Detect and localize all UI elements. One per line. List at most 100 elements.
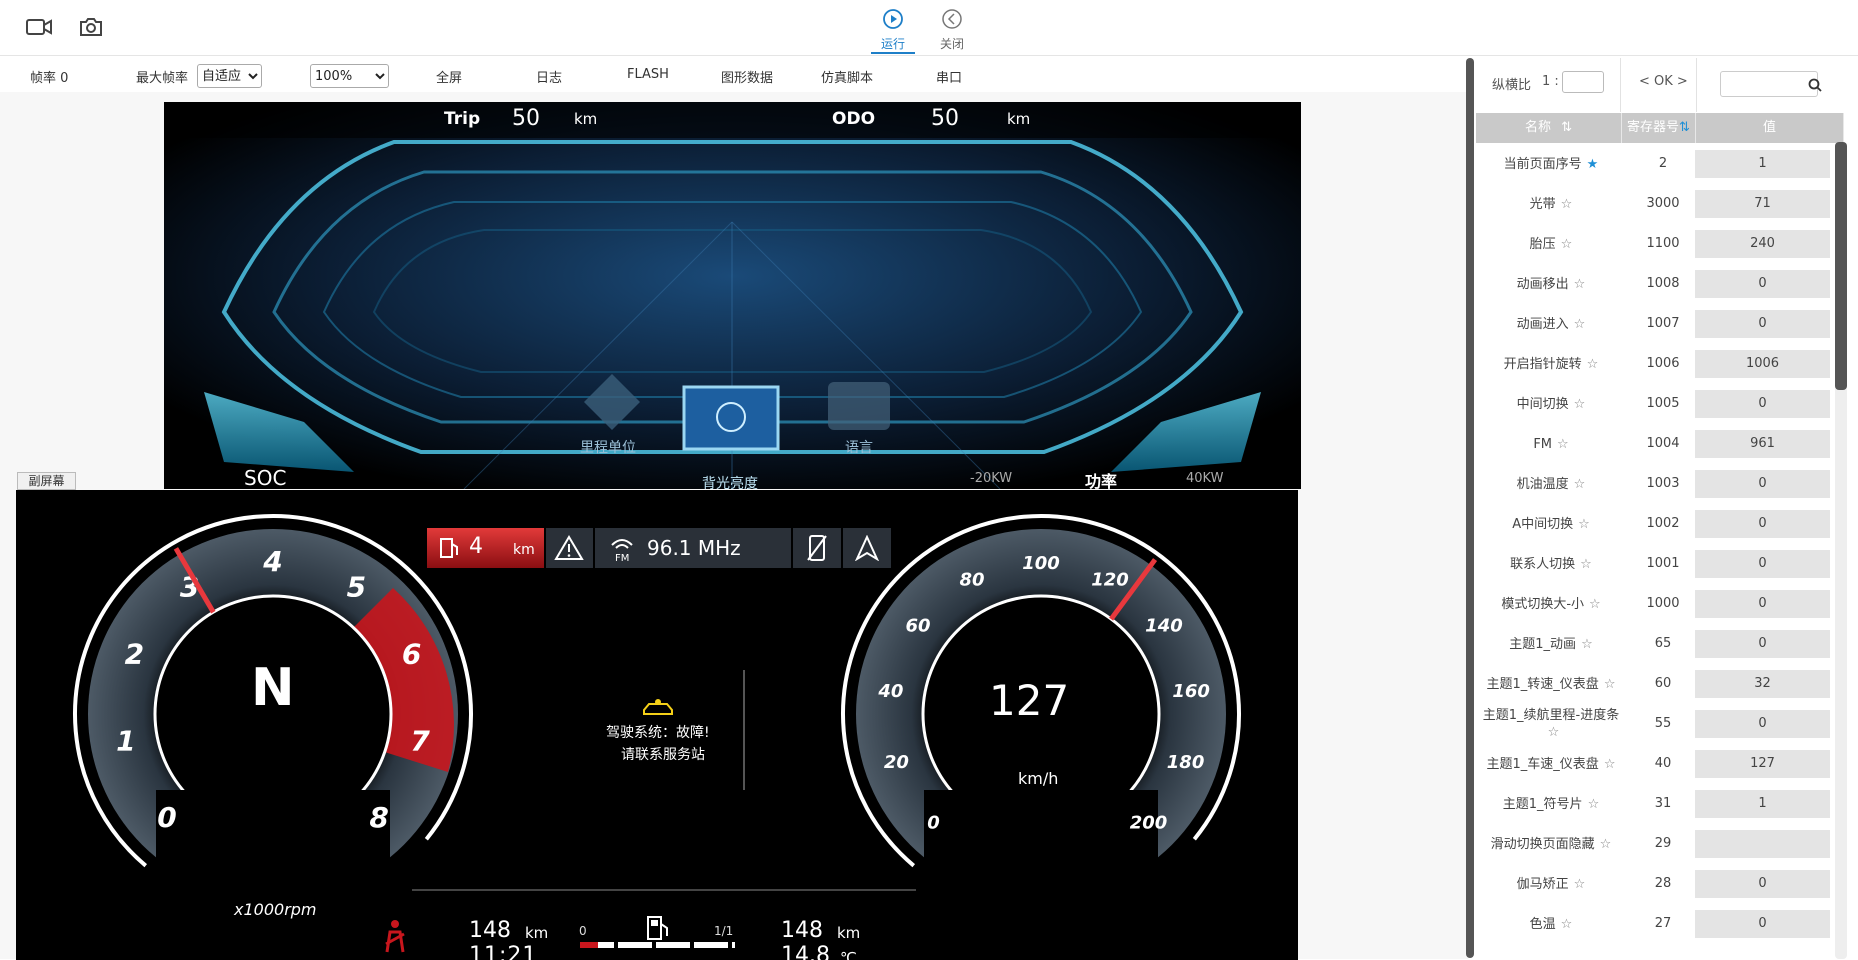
sim-script-button[interactable]: 仿真脚本 [821, 67, 873, 86]
video-camera-icon[interactable] [25, 14, 53, 40]
star-outline-icon[interactable]: ☆ [1578, 517, 1590, 532]
ok-button[interactable]: < OK > [1639, 74, 1688, 89]
menu-language[interactable]: 语言 [845, 437, 873, 457]
register-value-field[interactable]: 1 [1695, 790, 1830, 818]
odo-unit: km [1007, 110, 1031, 128]
register-value-field[interactable]: 0 [1695, 510, 1830, 538]
register-value-field[interactable]: 961 [1695, 430, 1830, 458]
register-number: 1004 [1646, 436, 1680, 451]
sort-icon[interactable]: ⇅ [1561, 120, 1572, 135]
table-row[interactable]: A中间切换 ☆ 1002 0 [1476, 504, 1836, 544]
star-outline-icon[interactable]: ☆ [1574, 317, 1586, 332]
sort-active-icon[interactable]: ⇅ [1679, 120, 1690, 135]
sub-screen[interactable]: 0 1 2 3 4 5 6 7 8 0 20 40 60 80 100 120 140 160 180 200 4 k… [16, 490, 1298, 960]
search-input[interactable] [1720, 71, 1818, 97]
register-number: 28 [1654, 876, 1672, 891]
table-row[interactable]: 光带 ☆ 3000 71 [1476, 184, 1836, 224]
menu-backlight[interactable]: 背光亮度 [702, 473, 758, 489]
navigation-arrow-icon [855, 535, 879, 561]
register-name: 动画进入 ☆ [1476, 304, 1626, 344]
star-filled-icon[interactable]: ★ [1587, 157, 1599, 172]
sub-screen-tab[interactable]: 副屏幕 [17, 472, 76, 490]
star-outline-icon[interactable]: ☆ [1574, 877, 1586, 892]
table-row[interactable]: 色温 ☆ 27 0 [1476, 904, 1836, 944]
table-row[interactable]: 中间切换 ☆ 1005 0 [1476, 384, 1836, 424]
table-row[interactable]: 机油温度 ☆ 1003 0 [1476, 464, 1836, 504]
menu-mileage-unit[interactable]: 里程单位 [580, 437, 636, 457]
close-button[interactable]: 关闭 [930, 8, 974, 52]
register-value-field[interactable]: 71 [1695, 190, 1830, 218]
star-outline-icon[interactable]: ☆ [1561, 237, 1573, 252]
star-outline-icon[interactable]: ☆ [1580, 557, 1592, 572]
register-value-field[interactable]: 0 [1695, 590, 1830, 618]
star-outline-icon[interactable]: ☆ [1574, 397, 1586, 412]
register-name: FM ☆ [1476, 424, 1626, 464]
serial-button[interactable]: 串口 [936, 67, 962, 86]
star-outline-icon[interactable]: ☆ [1548, 725, 1560, 740]
register-value-field[interactable]: 0 [1695, 470, 1830, 498]
panel-scrollbar[interactable] [1835, 142, 1847, 390]
register-name: 主题1_转速_仪表盘 ☆ [1476, 664, 1626, 704]
table-row[interactable]: 主题1_符号片 ☆ 31 1 [1476, 784, 1836, 824]
table-row[interactable]: 胎压 ☆ 1100 240 [1476, 224, 1836, 264]
search-icon[interactable] [1808, 78, 1822, 92]
register-number: 1007 [1646, 316, 1680, 331]
zoom-select[interactable]: 100% [310, 64, 389, 88]
register-value-field[interactable]: 0 [1695, 310, 1830, 338]
star-outline-icon[interactable]: ☆ [1604, 677, 1616, 692]
register-value-field[interactable]: 0 [1695, 870, 1830, 898]
table-row[interactable]: 动画进入 ☆ 1007 0 [1476, 304, 1836, 344]
col-reg-header[interactable]: 寄存器号⇅ [1622, 113, 1696, 143]
register-value-field[interactable]: 127 [1695, 750, 1830, 778]
star-outline-icon[interactable]: ☆ [1588, 797, 1600, 812]
star-outline-icon[interactable]: ☆ [1600, 837, 1612, 852]
table-row[interactable]: 动画移出 ☆ 1008 0 [1476, 264, 1836, 304]
table-row[interactable]: 主题1_转速_仪表盘 ☆ 60 32 [1476, 664, 1836, 704]
camera-icon[interactable] [77, 14, 105, 40]
register-value-field[interactable]: 0 [1695, 710, 1830, 738]
star-outline-icon[interactable]: ☆ [1574, 277, 1586, 292]
col-name-header[interactable]: 名称 ⇅ [1476, 113, 1622, 143]
register-number: 29 [1654, 836, 1672, 851]
run-button[interactable]: 运行 [871, 8, 915, 54]
odo1-unit: km [525, 924, 549, 942]
table-row[interactable]: 当前页面序号 ★ 2 1 [1476, 144, 1836, 184]
star-outline-icon[interactable]: ☆ [1581, 637, 1593, 652]
main-screen[interactable]: Trip 50 km ODO 50 km 里程单位 背光亮度 语言 SOC -2… [164, 102, 1301, 489]
star-outline-icon[interactable]: ☆ [1587, 357, 1599, 372]
table-row[interactable]: FM ☆ 1004 961 [1476, 424, 1836, 464]
star-outline-icon[interactable]: ☆ [1561, 917, 1573, 932]
register-value-field[interactable] [1695, 830, 1830, 858]
table-row[interactable]: 主题1_动画 ☆ 65 0 [1476, 624, 1836, 664]
fullscreen-button[interactable]: 全屏 [436, 67, 462, 86]
max-fps-select[interactable]: 自适应 [197, 64, 262, 88]
register-value-field[interactable]: 0 [1695, 390, 1830, 418]
register-value-field[interactable]: 0 [1695, 550, 1830, 578]
log-button[interactable]: 日志 [536, 67, 562, 86]
table-row[interactable]: 联系人切换 ☆ 1001 0 [1476, 544, 1836, 584]
star-outline-icon[interactable]: ☆ [1561, 197, 1573, 212]
register-value-field[interactable]: 1006 [1695, 350, 1830, 378]
table-row[interactable]: 开启指针旋转 ☆ 1006 1006 [1476, 344, 1836, 384]
star-outline-icon[interactable]: ☆ [1557, 437, 1569, 452]
table-row[interactable]: 滑动切换页面隐藏 ☆ 29 [1476, 824, 1836, 864]
flash-button[interactable]: FLASH [627, 67, 669, 82]
star-outline-icon[interactable]: ☆ [1604, 757, 1616, 772]
aspect-ratio-input[interactable] [1562, 71, 1604, 93]
fuel-level-fill [580, 942, 598, 948]
star-outline-icon[interactable]: ☆ [1589, 597, 1601, 612]
register-number: 1002 [1646, 516, 1680, 531]
register-value-field[interactable]: 0 [1695, 270, 1830, 298]
register-value-field[interactable]: 1 [1695, 150, 1830, 178]
table-row[interactable]: 伽马矫正 ☆ 28 0 [1476, 864, 1836, 904]
register-value-field[interactable]: 32 [1695, 670, 1830, 698]
star-outline-icon[interactable]: ☆ [1574, 477, 1586, 492]
table-row[interactable]: 模式切换大-小 ☆ 1000 0 [1476, 584, 1836, 624]
register-value-field[interactable]: 0 [1695, 910, 1830, 938]
stage-scrollbar[interactable] [1466, 58, 1474, 958]
table-row[interactable]: 主题1_续航里程-进度条 ☆ 55 0 [1476, 704, 1836, 744]
table-row[interactable]: 主题1_车速_仪表盘 ☆ 40 127 [1476, 744, 1836, 784]
register-value-field[interactable]: 0 [1695, 630, 1830, 658]
register-value-field[interactable]: 240 [1695, 230, 1830, 258]
graphic-data-button[interactable]: 图形数据 [721, 67, 773, 86]
